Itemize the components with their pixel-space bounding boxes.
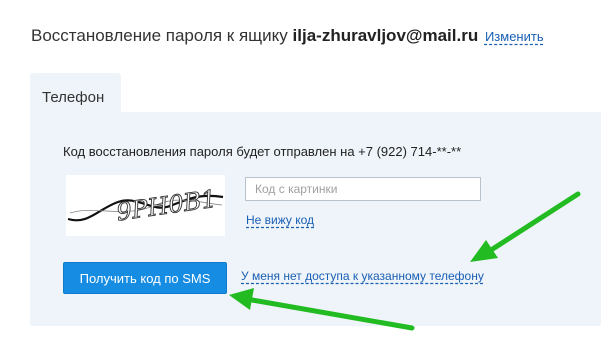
password-recovery-page: Восстановление пароля к ящику ilja-zhura… [0,0,601,348]
change-email-link[interactable]: Изменить [485,29,544,44]
no-phone-access-link[interactable]: У меня нет доступа к указанному телефону [241,269,484,283]
info-text: Код восстановления пароля будет отправле… [63,144,462,159]
captcha-input[interactable] [245,177,481,201]
page-title: Восстановление пароля к ящику ilja-zhura… [31,26,544,46]
get-sms-code-button[interactable]: Получить код по SMS [63,262,227,294]
cant-see-code-link[interactable]: Не вижу код [246,213,314,227]
tab-phone[interactable]: Телефон [30,73,121,113]
captcha-image: 9PH0B1 [66,175,225,236]
captcha-text: 9PH0B1 [115,185,218,227]
email-address: ilja-zhuravljov@mail.ru [292,26,479,45]
page-title-text: Восстановление пароля к ящику [31,26,288,45]
